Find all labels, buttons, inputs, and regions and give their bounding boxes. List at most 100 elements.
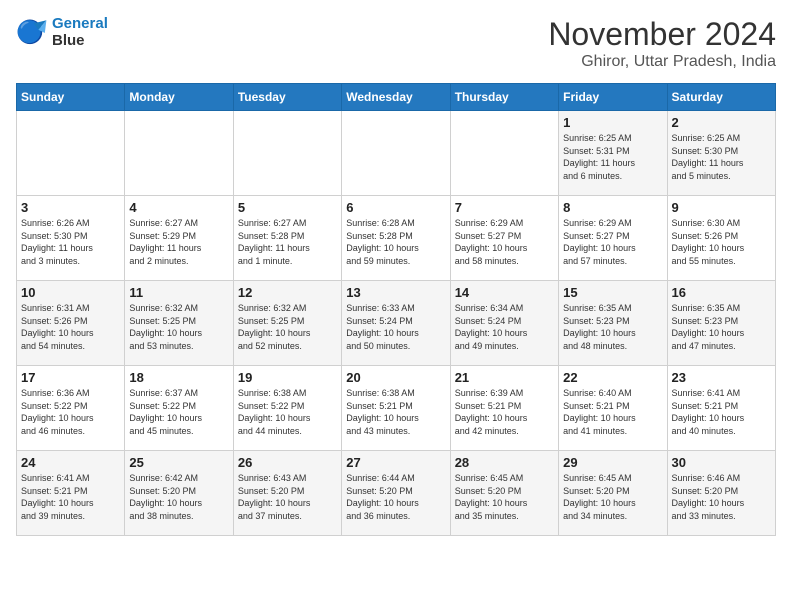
week-row-4: 17 Sunrise: 6:36 AM Sunset: 5:22 PM Dayli… — [17, 366, 776, 451]
calendar-cell: 29Sunrise: 6:45 AM Sunset: 5:20 PM Dayli… — [559, 451, 667, 536]
day-number: 14 — [455, 285, 554, 300]
day-number: 17 — [21, 370, 120, 385]
calendar-cell: 1 Sunrise: 6:25 AM Sunset: 5:31 PM Daylig… — [559, 111, 667, 196]
day-number: 1 — [563, 115, 662, 130]
calendar-cell: 18Sunrise: 6:37 AM Sunset: 5:22 PM Dayli… — [125, 366, 233, 451]
day-info: Sunrise: 6:36 AM Sunset: 5:22 PM Dayligh… — [21, 387, 120, 437]
calendar-table: SundayMondayTuesdayWednesdayThursdayFrid… — [16, 83, 776, 536]
day-header-friday: Friday — [559, 84, 667, 111]
day-number: 23 — [672, 370, 771, 385]
day-header-tuesday: Tuesday — [233, 84, 341, 111]
calendar-cell: 8 Sunrise: 6:29 AM Sunset: 5:27 PM Daylig… — [559, 196, 667, 281]
day-info: Sunrise: 6:29 AM Sunset: 5:27 PM Dayligh… — [563, 217, 662, 267]
day-number: 24 — [21, 455, 120, 470]
day-info: Sunrise: 6:25 AM Sunset: 5:30 PM Dayligh… — [672, 132, 771, 182]
day-info: Sunrise: 6:45 AM Sunset: 5:20 PM Dayligh… — [455, 472, 554, 522]
day-number: 7 — [455, 200, 554, 215]
day-info: Sunrise: 6:25 AM Sunset: 5:31 PM Dayligh… — [563, 132, 662, 182]
calendar-cell: 3 Sunrise: 6:26 AM Sunset: 5:30 PM Daylig… — [17, 196, 125, 281]
day-info: Sunrise: 6:40 AM Sunset: 5:21 PM Dayligh… — [563, 387, 662, 437]
month-title: November 2024 — [548, 16, 776, 53]
calendar-cell — [450, 111, 558, 196]
day-info: Sunrise: 6:42 AM Sunset: 5:20 PM Dayligh… — [129, 472, 228, 522]
day-number: 5 — [238, 200, 337, 215]
logo-icon: 🔵 — [16, 17, 48, 49]
calendar-cell: 6 Sunrise: 6:28 AM Sunset: 5:28 PM Daylig… — [342, 196, 450, 281]
day-header-sunday: Sunday — [17, 84, 125, 111]
calendar-cell: 15 Sunrise: 6:35 AM Sunset: 5:23 PM Dayli… — [559, 281, 667, 366]
day-number: 22 — [563, 370, 662, 385]
calendar-cell — [233, 111, 341, 196]
logo-line1: General — [52, 15, 108, 32]
day-info: Sunrise: 6:46 AM Sunset: 5:20 PM Dayligh… — [672, 472, 771, 522]
day-info: Sunrise: 6:37 AM Sunset: 5:22 PM Dayligh… — [129, 387, 228, 437]
calendar-cell: 5 Sunrise: 6:27 AM Sunset: 5:28 PM Daylig… — [233, 196, 341, 281]
calendar-cell: 24 Sunrise: 6:41 AM Sunset: 5:21 PM Dayli… — [17, 451, 125, 536]
calendar-cell: 14 Sunrise: 6:34 AM Sunset: 5:24 PM Dayli… — [450, 281, 558, 366]
calendar-cell: 12 Sunrise: 6:32 AM Sunset: 5:25 PM Dayli… — [233, 281, 341, 366]
calendar-cell: 9 Sunrise: 6:30 AM Sunset: 5:26 PM Daylig… — [667, 196, 775, 281]
day-number: 2 — [672, 115, 771, 130]
day-info: Sunrise: 6:39 AM Sunset: 5:21 PM Dayligh… — [455, 387, 554, 437]
day-number: 19 — [238, 370, 337, 385]
week-row-1: 1 Sunrise: 6:25 AM Sunset: 5:31 PM Daylig… — [17, 111, 776, 196]
day-info: Sunrise: 6:29 AM Sunset: 5:27 PM Dayligh… — [455, 217, 554, 267]
day-number: 28 — [455, 455, 554, 470]
day-number: 26 — [238, 455, 337, 470]
calendar-cell — [342, 111, 450, 196]
calendar-cell: 16Sunrise: 6:35 AM Sunset: 5:23 PM Dayli… — [667, 281, 775, 366]
day-number: 10 — [21, 285, 120, 300]
day-number: 15 — [563, 285, 662, 300]
day-number: 9 — [672, 200, 771, 215]
day-info: Sunrise: 6:33 AM Sunset: 5:24 PM Dayligh… — [346, 302, 445, 352]
day-number: 8 — [563, 200, 662, 215]
day-number: 27 — [346, 455, 445, 470]
day-number: 11 — [129, 285, 228, 300]
calendar-cell: 19 Sunrise: 6:38 AM Sunset: 5:22 PM Dayli… — [233, 366, 341, 451]
calendar-cell: 23 Sunrise: 6:41 AM Sunset: 5:21 PM Dayli… — [667, 366, 775, 451]
day-info: Sunrise: 6:35 AM Sunset: 5:23 PM Dayligh… — [672, 302, 771, 352]
calendar-cell: 20Sunrise: 6:38 AM Sunset: 5:21 PM Dayli… — [342, 366, 450, 451]
day-number: 21 — [455, 370, 554, 385]
day-info: Sunrise: 6:35 AM Sunset: 5:23 PM Dayligh… — [563, 302, 662, 352]
calendar-cell: 21 Sunrise: 6:39 AM Sunset: 5:21 PM Dayli… — [450, 366, 558, 451]
week-row-3: 10Sunrise: 6:31 AM Sunset: 5:26 PM Dayli… — [17, 281, 776, 366]
day-info: Sunrise: 6:41 AM Sunset: 5:21 PM Dayligh… — [21, 472, 120, 522]
calendar-cell — [17, 111, 125, 196]
day-number: 13 — [346, 285, 445, 300]
calendar-cell: 11 Sunrise: 6:32 AM Sunset: 5:25 PM Dayli… — [125, 281, 233, 366]
day-number: 6 — [346, 200, 445, 215]
day-info: Sunrise: 6:44 AM Sunset: 5:20 PM Dayligh… — [346, 472, 445, 522]
day-info: Sunrise: 6:28 AM Sunset: 5:28 PM Dayligh… — [346, 217, 445, 267]
day-info: Sunrise: 6:32 AM Sunset: 5:25 PM Dayligh… — [238, 302, 337, 352]
location-subtitle: Ghiror, Uttar Pradesh, India — [548, 53, 776, 71]
day-number: 20 — [346, 370, 445, 385]
day-number: 12 — [238, 285, 337, 300]
week-row-2: 3 Sunrise: 6:26 AM Sunset: 5:30 PM Daylig… — [17, 196, 776, 281]
day-header-wednesday: Wednesday — [342, 84, 450, 111]
day-info: Sunrise: 6:43 AM Sunset: 5:20 PM Dayligh… — [238, 472, 337, 522]
day-number: 30 — [672, 455, 771, 470]
day-info: Sunrise: 6:27 AM Sunset: 5:28 PM Dayligh… — [238, 217, 337, 267]
calendar-cell: 30 Sunrise: 6:46 AM Sunset: 5:20 PM Dayli… — [667, 451, 775, 536]
day-info: Sunrise: 6:34 AM Sunset: 5:24 PM Dayligh… — [455, 302, 554, 352]
day-info: Sunrise: 6:27 AM Sunset: 5:29 PM Dayligh… — [129, 217, 228, 267]
calendar-cell: 25 Sunrise: 6:42 AM Sunset: 5:20 PM Dayli… — [125, 451, 233, 536]
week-row-5: 24 Sunrise: 6:41 AM Sunset: 5:21 PM Dayli… — [17, 451, 776, 536]
calendar-cell: 7 Sunrise: 6:29 AM Sunset: 5:27 PM Daylig… — [450, 196, 558, 281]
day-info: Sunrise: 6:32 AM Sunset: 5:25 PM Dayligh… — [129, 302, 228, 352]
day-number: 3 — [21, 200, 120, 215]
day-info: Sunrise: 6:38 AM Sunset: 5:22 PM Dayligh… — [238, 387, 337, 437]
day-info: Sunrise: 6:30 AM Sunset: 5:26 PM Dayligh… — [672, 217, 771, 267]
day-number: 25 — [129, 455, 228, 470]
day-header-thursday: Thursday — [450, 84, 558, 111]
title-block: November 2024 Ghiror, Uttar Pradesh, Ind… — [548, 16, 776, 71]
calendar-cell: 22 Sunrise: 6:40 AM Sunset: 5:21 PM Dayli… — [559, 366, 667, 451]
header-row: SundayMondayTuesdayWednesdayThursdayFrid… — [17, 84, 776, 111]
day-info: Sunrise: 6:41 AM Sunset: 5:21 PM Dayligh… — [672, 387, 771, 437]
day-number: 4 — [129, 200, 228, 215]
day-header-monday: Monday — [125, 84, 233, 111]
logo: 🔵 General Blue — [16, 16, 108, 49]
day-info: Sunrise: 6:26 AM Sunset: 5:30 PM Dayligh… — [21, 217, 120, 267]
calendar-cell: 13 Sunrise: 6:33 AM Sunset: 5:24 PM Dayli… — [342, 281, 450, 366]
